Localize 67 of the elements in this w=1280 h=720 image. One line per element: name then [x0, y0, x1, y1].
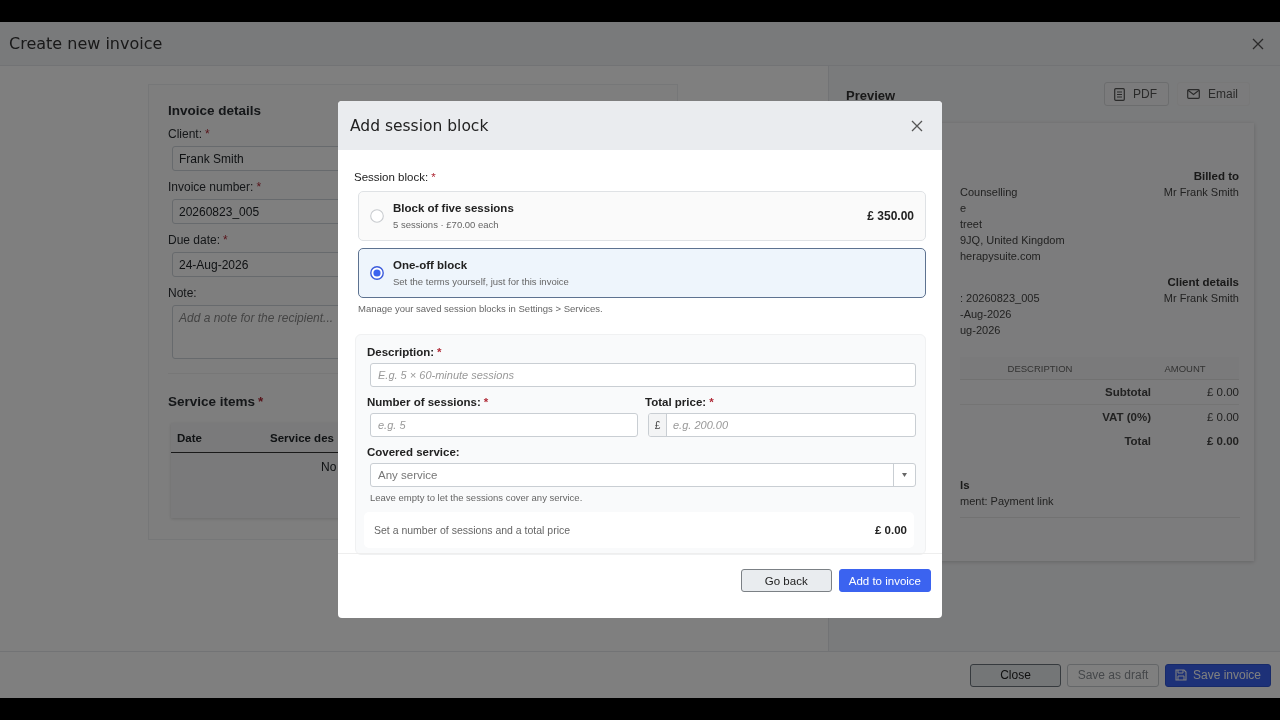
close-icon[interactable] [911, 119, 923, 132]
total-label: Total [1123, 435, 1151, 447]
field-label: Note: [168, 286, 197, 300]
document-icon [1114, 87, 1125, 101]
option-price: £ 350.00 [867, 209, 914, 223]
add-button[interactable]: Add to invoice [838, 569, 931, 592]
sender-text: e [960, 202, 968, 214]
summary-text: Set a number of sessions and a total price [374, 524, 571, 536]
close-button[interactable]: Close [970, 663, 1061, 687]
total-label: VAT (0%) [1101, 411, 1151, 423]
total-value: £ 0.00 [1206, 411, 1239, 423]
hint-text: Manage your saved session blocks in Settings > Services. [358, 303, 604, 314]
field-label: Due date: * [168, 233, 228, 247]
option-title: One-off block [393, 259, 469, 271]
description-field[interactable]: E.g. 5 × 60-minute sessions [370, 363, 916, 387]
option-subtitle: Set the terms yourself, just for this invoice [393, 276, 570, 287]
total-value: £ 0.00 [1206, 435, 1239, 447]
client-details-heading: Client details [1167, 276, 1239, 288]
session-option[interactable]: Block of five sessions 5 sessions · £70.00 each £ 350.00 [358, 191, 926, 241]
field-label: Client: * [168, 127, 210, 141]
invoice-info-text: ug-2026 [960, 324, 1002, 336]
field-label: Total price: * [645, 395, 714, 409]
total-value: £ 0.00 [1206, 386, 1239, 398]
field-label: Number of sessions: * [367, 395, 489, 409]
window-title: Create new invoice [9, 34, 163, 53]
pdf-button[interactable]: PDF [1104, 82, 1169, 106]
field-label: Description: * [367, 345, 442, 359]
section-heading: Invoice details [168, 103, 262, 118]
column-header: DESCRIPTION [1006, 362, 1074, 374]
price-field[interactable]: £ e.g. 200.00 [648, 413, 916, 437]
summary-amount: £ 0.00 [875, 524, 907, 536]
dialog-title: Add session block [350, 116, 489, 135]
sender-text: herapysuite.com [960, 250, 1042, 262]
total-label: Subtotal [1104, 386, 1151, 398]
save-button[interactable]: Save invoice [1165, 663, 1271, 687]
column-header: Service des [270, 431, 334, 444]
preview-title: Preview [846, 88, 896, 103]
service-dropdown[interactable]: Any service [370, 463, 916, 487]
column-header: Date [177, 431, 203, 444]
save-icon [1174, 669, 1187, 681]
caret-icon [902, 473, 907, 477]
payment-heading: ls [960, 479, 971, 491]
invoice-info-text: -Aug-2026 [960, 308, 1013, 320]
help-text: Leave empty to let the sessions cover any service. [370, 492, 583, 503]
back-button[interactable]: Go back [740, 569, 832, 592]
field-label: Session block: * [354, 171, 436, 183]
option-subtitle: 5 sessions · £70.00 each [393, 219, 500, 230]
billed-to-heading: Billed to [1193, 170, 1239, 182]
column-header: AMOUNT [1163, 362, 1207, 374]
session-option[interactable]: One-off block Set the terms yourself, just for this invoice [358, 248, 926, 298]
payment-text: ment: Payment link [960, 495, 1055, 507]
client-name: Mr Frank Smith [1163, 292, 1239, 304]
empty-message: No [321, 460, 337, 474]
sender-text: treet [960, 218, 983, 230]
invoice-info-text: : 20260823_005 [960, 292, 1040, 304]
sender-text: Counselling [960, 186, 1019, 198]
field-label: Invoice number: * [168, 180, 262, 194]
field-label: Covered service: [367, 445, 460, 459]
sessions-field[interactable]: e.g. 5 [370, 413, 638, 437]
option-title: Block of five sessions [393, 202, 515, 214]
mail-icon [1187, 89, 1200, 99]
email-button[interactable]: Email [1177, 82, 1250, 106]
client-name: Mr Frank Smith [1163, 186, 1239, 198]
sender-text: 9JQ, United Kingdom [960, 234, 1065, 246]
section-heading: Service items * [168, 394, 264, 409]
radio-button[interactable] [370, 266, 384, 280]
close-icon[interactable] [1252, 37, 1264, 50]
